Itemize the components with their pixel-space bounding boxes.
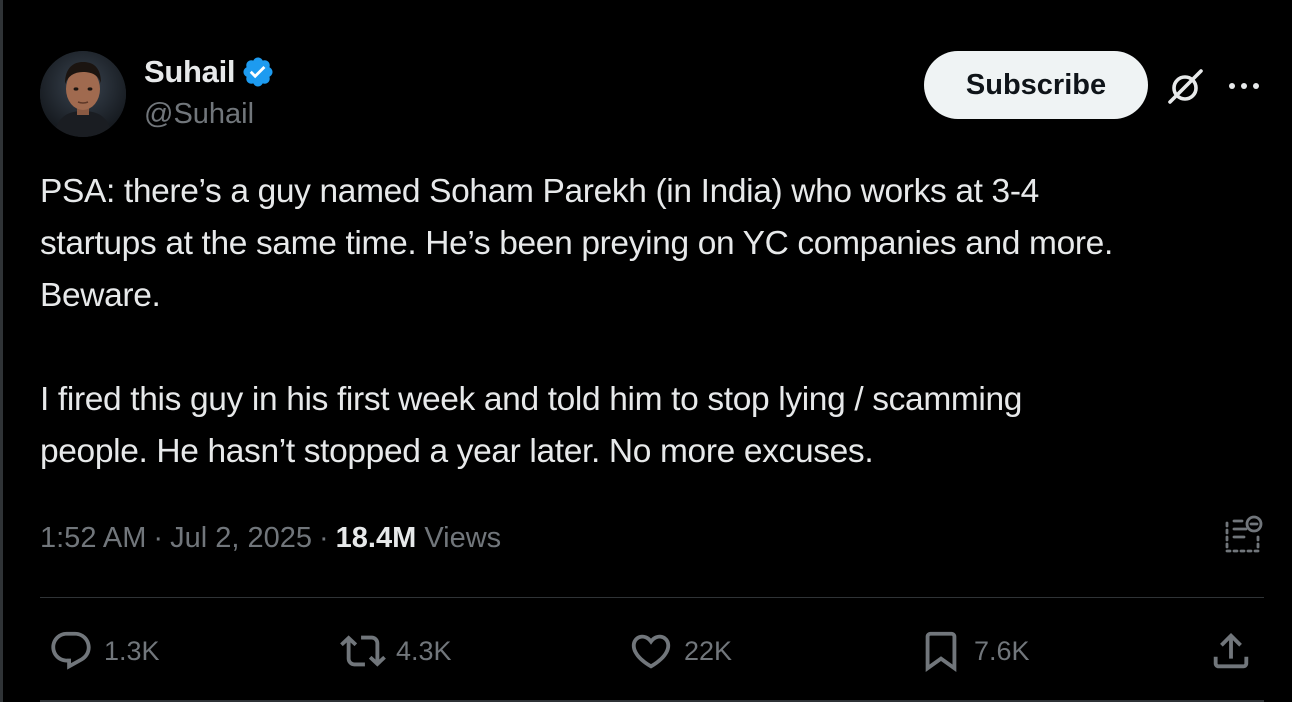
bookmark-icon	[925, 631, 957, 672]
reply-count: 1.3K	[104, 635, 160, 666]
bookmark-button[interactable]: 7.6K	[918, 628, 1030, 674]
share-icon	[1213, 632, 1249, 669]
tweet-text: PSA: there’s a guy named Soham Parekh (i…	[40, 173, 1113, 470]
author-name-row: Suhail	[144, 54, 275, 90]
tweet-date[interactable]: Jul 2, 2025	[170, 522, 312, 555]
divider	[40, 597, 1264, 598]
grok-icon[interactable]	[1166, 66, 1206, 106]
author-handle[interactable]: @Suhail	[144, 98, 254, 131]
meta-separator: ·	[318, 521, 329, 554]
more-horizontal-icon[interactable]	[1226, 72, 1262, 100]
left-border	[0, 0, 3, 702]
repost-button[interactable]: 4.3K	[340, 628, 452, 674]
tweet-time[interactable]: 1:52 AM	[40, 522, 146, 555]
heart-icon	[631, 634, 671, 669]
meta-separator: ·	[153, 521, 164, 554]
repost-icon	[340, 635, 386, 667]
tweet-meta: 1:52 AM · Jul 2, 2025 · 18.4M Views	[40, 518, 501, 558]
views-label: Views	[424, 521, 502, 554]
reply-icon	[51, 631, 91, 670]
author-display-name[interactable]: Suhail	[144, 54, 236, 90]
verified-badge-icon[interactable]	[241, 55, 275, 89]
views-count: 18.4M	[335, 521, 417, 554]
like-count: 22K	[684, 635, 733, 666]
analytics-icon[interactable]	[1222, 513, 1264, 555]
subscribe-button[interactable]: Subscribe	[924, 51, 1148, 119]
reply-button[interactable]: 1.3K	[48, 628, 160, 674]
repost-count: 4.3K	[396, 635, 452, 666]
share-button[interactable]	[1208, 628, 1254, 674]
avatar[interactable]	[40, 51, 126, 137]
bookmark-count: 7.6K	[974, 635, 1030, 666]
like-button[interactable]: 22K	[628, 628, 732, 674]
